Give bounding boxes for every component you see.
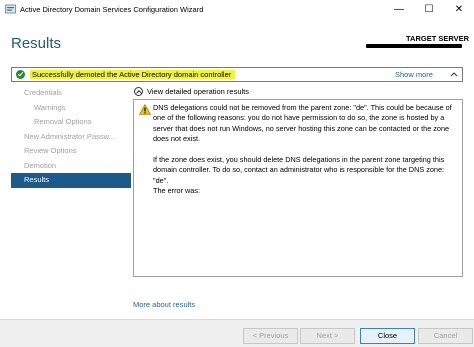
cancel-button[interactable]: Cancel bbox=[418, 328, 473, 344]
detailed-results-label: View detailed operation results bbox=[147, 87, 250, 96]
next-button[interactable]: Next > bbox=[300, 328, 355, 344]
error-label: The error was: bbox=[153, 186, 201, 196]
page-title: Results bbox=[11, 35, 62, 52]
nav-item-credentials[interactable]: Credentials bbox=[11, 86, 131, 101]
results-text: DNS delegations could not be removed fro… bbox=[153, 103, 458, 197]
window-title: Active Directory Domain Services Configu… bbox=[20, 5, 204, 14]
nav-item-removal-options[interactable]: Removal Options bbox=[11, 115, 131, 130]
nav-item-warnings[interactable]: Warnings bbox=[11, 101, 131, 116]
close-button[interactable]: Close bbox=[360, 328, 415, 344]
show-more-link[interactable]: Show more bbox=[395, 70, 433, 79]
nav-item-new-admin-password[interactable]: New Administrator Passw... bbox=[11, 130, 131, 145]
chevron-up-icon[interactable] bbox=[449, 70, 459, 79]
nav-item-demotion[interactable]: Demotion bbox=[11, 159, 131, 174]
redacted-server-name bbox=[366, 44, 462, 48]
target-server-label: TARGET SERVER bbox=[406, 34, 470, 43]
nav-item-results[interactable]: Results bbox=[11, 173, 131, 188]
previous-button[interactable]: < Previous bbox=[243, 328, 298, 344]
title-bar: Active Directory Domain Services Configu… bbox=[0, 0, 474, 20]
collapse-circle-icon[interactable] bbox=[134, 87, 143, 96]
results-paragraph-2: If the zone does exist, you should delet… bbox=[153, 155, 445, 185]
detailed-results-toggle[interactable]: View detailed operation results bbox=[133, 86, 333, 97]
status-message: Successfully demoted the Active Director… bbox=[30, 70, 236, 79]
wizard-nav: Credentials Warnings Removal Options New… bbox=[11, 86, 131, 188]
minimize-button[interactable]: — bbox=[384, 0, 414, 20]
ad-wizard-icon bbox=[5, 4, 16, 14]
close-window-button[interactable]: ✕ bbox=[444, 0, 474, 20]
results-paragraph-1: DNS delegations could not be removed fro… bbox=[153, 103, 452, 144]
operation-results-box[interactable]: DNS delegations could not be removed fro… bbox=[133, 99, 463, 277]
success-check-icon bbox=[16, 70, 25, 79]
wizard-footer: < Previous Next > Close Cancel bbox=[0, 319, 474, 347]
warning-icon bbox=[139, 104, 151, 115]
nav-item-review-options[interactable]: Review Options bbox=[11, 144, 131, 159]
wizard-header: Results TARGET SERVER bbox=[0, 20, 474, 64]
more-about-results-link[interactable]: More about results bbox=[133, 300, 195, 309]
status-bar: Successfully demoted the Active Director… bbox=[11, 67, 463, 82]
maximize-button[interactable]: ☐ bbox=[414, 0, 444, 20]
